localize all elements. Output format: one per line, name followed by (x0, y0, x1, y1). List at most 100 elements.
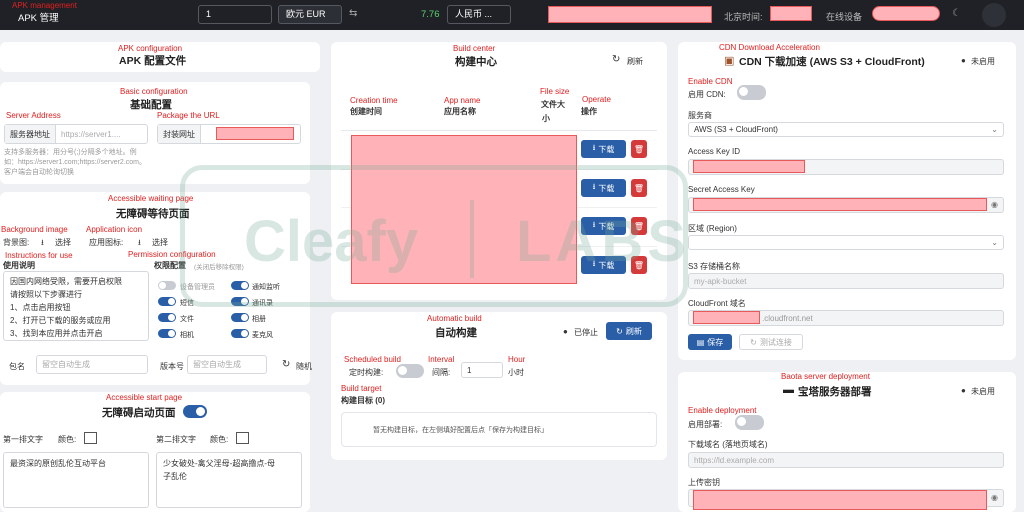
swap-icon[interactable]: ⇆ (349, 8, 357, 19)
upload-key-label: 上传密钥 (688, 478, 720, 487)
download-button[interactable]: ⭳ 下载 (581, 140, 626, 158)
download-button[interactable]: ⭳ 下载 (581, 179, 626, 197)
theme-toggle-icon[interactable]: ☾ (952, 8, 961, 19)
instructions-textarea[interactable]: 因国内网络受限，需要开启权限 请按照以下步骤进行 1、点击启用按钮 2、打开已下… (3, 271, 149, 341)
redacted-package-url (216, 127, 294, 140)
enable-cdn-label: 启用 CDN: (688, 90, 726, 99)
annotation-apk-management: APK management (12, 1, 77, 10)
cdn-status-dot: ● (961, 56, 966, 65)
annotation-package-url: Package the URL (157, 111, 220, 120)
permission-toggle-contacts[interactable] (231, 297, 249, 306)
auto-build-status-dot: ● (563, 327, 568, 336)
region-select[interactable]: ⌄ (688, 235, 1004, 250)
cdn-test-button[interactable]: ↻ 测试连接 (739, 334, 803, 350)
line2-textarea[interactable]: 少女破处-禽父淫母-超高撸点-母 子乱伦 (156, 452, 302, 508)
bg-choose-button[interactable]: 选择 (55, 237, 71, 248)
download-button[interactable]: ⭳ 下载 (581, 217, 626, 235)
basic-config-title: 基础配置 (130, 99, 172, 111)
cdn-save-button[interactable]: ▤ 保存 (688, 334, 732, 350)
permission-toggle-notification[interactable] (231, 281, 249, 290)
enable-deploy-toggle[interactable] (735, 415, 764, 430)
chevron-down-icon: ⌄ (991, 125, 998, 134)
delete-button[interactable]: 🗑 (631, 140, 647, 158)
from-currency-select[interactable]: 欧元 EUR (278, 5, 342, 24)
permission-label-camera: 相机 (180, 332, 194, 339)
start-page-toggle[interactable] (183, 405, 207, 418)
server-address-label: 服务器地址 (5, 125, 56, 143)
annotation-enable-deployment: Enable deployment (688, 406, 757, 415)
permission-label-contacts: 通讯录 (252, 300, 273, 307)
avatar[interactable] (982, 3, 1006, 27)
permission-toggle-microphone[interactable] (231, 329, 249, 338)
amount-input[interactable]: 1 (198, 5, 272, 24)
random-button[interactable]: 随机 (296, 361, 312, 372)
line1-textarea[interactable]: 最资深的原创乱伦互动平台 (3, 452, 149, 508)
trash-icon: 🗑 (633, 260, 645, 270)
permission-toggle-files[interactable] (158, 313, 176, 322)
icon-upload-icon[interactable]: ⭳ (138, 237, 141, 251)
annotation-operate: Operate (582, 95, 611, 104)
baota-status-dot: ● (961, 386, 966, 395)
icon-choose-button[interactable]: 选择 (152, 237, 168, 248)
instructions-line: 1、点击启用按钮 (10, 303, 71, 312)
to-currency-select[interactable]: 人民币 ... (447, 5, 511, 24)
package-icon: ▣ (724, 55, 735, 67)
delete-button[interactable]: 🗑 (631, 256, 647, 274)
trash-icon: 🗑 (633, 183, 645, 193)
annotation-creation-time: Creation time (350, 96, 398, 105)
annotation-interval: Interval (428, 355, 455, 364)
annotation-build-target: Build target (341, 384, 382, 393)
top-bar: APK management APK 管理 1 欧元 EUR ⇆ 7.76 人民… (0, 0, 1024, 30)
annotation-baota: Baota server deployment (781, 372, 870, 381)
eye-icon[interactable]: ◉ (991, 200, 998, 209)
annotation-file-size: File size (540, 87, 570, 96)
server-address-field[interactable]: 服务器地址 https://server1.... (4, 124, 148, 144)
annotation-apk-config: APK configuration (118, 44, 183, 53)
build-center-title: 构建中心 (455, 56, 497, 68)
eye-icon[interactable]: ◉ (991, 493, 998, 502)
random-icon[interactable]: ↻ (282, 359, 290, 370)
access-key-label: Access Key ID (688, 147, 741, 156)
annotation-auto-build: Automatic build (427, 314, 482, 323)
delete-button[interactable]: 🗑 (631, 217, 647, 235)
enable-cdn-toggle[interactable] (737, 85, 766, 100)
bucket-input[interactable]: my-apk-bucket (688, 273, 1004, 289)
permission-label: 权限配置 (154, 261, 186, 270)
provider-select[interactable]: AWS (S3 + CloudFront) ⌄ (688, 122, 1004, 137)
download-button[interactable]: ⭳ 下载 (581, 256, 626, 274)
permission-toggle-device-admin[interactable] (158, 281, 176, 290)
permission-toggle-camera[interactable] (158, 329, 176, 338)
annotation-enable-cdn: Enable CDN (688, 77, 733, 86)
instructions-line: 2、打开已下载的服务或应用 (10, 316, 111, 325)
server-icon: ▬ (783, 384, 794, 396)
refresh-icon: ↻ (616, 326, 623, 336)
redacted-time (770, 6, 812, 21)
build-refresh-button[interactable]: 刷新 (627, 56, 643, 67)
interval-input[interactable]: 1 (461, 362, 503, 378)
delete-button[interactable]: 🗑 (631, 179, 647, 197)
refresh-icon[interactable]: ↻ (612, 54, 620, 65)
auto-build-refresh-button[interactable]: ↻ 刷新 (606, 322, 652, 340)
server-address-input[interactable]: https://server1.... (56, 130, 121, 139)
package-name-input[interactable]: 留空自动生成 (36, 355, 148, 374)
build-target-label: 构建目标 (0) (341, 396, 385, 405)
redacted-secret-key (693, 198, 987, 211)
bg-upload-icon[interactable]: ⭳ (41, 237, 44, 251)
col-header-size-wrap: 小 (542, 114, 550, 123)
line1-color-swatch[interactable] (84, 432, 97, 444)
annotation-cdn: CDN Download Acceleration (719, 43, 820, 52)
exchange-rate: 7.76 (421, 9, 440, 20)
line2-label: 第二排文字 (156, 435, 196, 444)
line2-color-swatch[interactable] (236, 432, 249, 444)
version-input[interactable]: 留空自动生成 (187, 355, 267, 374)
redacted-box (548, 6, 712, 23)
permission-toggle-sms[interactable] (158, 297, 176, 306)
timer-build-toggle[interactable] (396, 364, 424, 378)
permission-toggle-album[interactable] (231, 313, 249, 322)
redacted-cloudfront (693, 311, 760, 324)
package-url-label: 封装网址 (158, 125, 201, 143)
domain-input[interactable]: https://ld.example.com (688, 452, 1004, 468)
region-label: 区域 (Region) (688, 224, 737, 233)
app-title: APK 管理 (18, 13, 59, 24)
build-target-empty-msg: 暂无构建目标，在左侧填好配置后点「保存为构建目标」 (373, 427, 548, 434)
